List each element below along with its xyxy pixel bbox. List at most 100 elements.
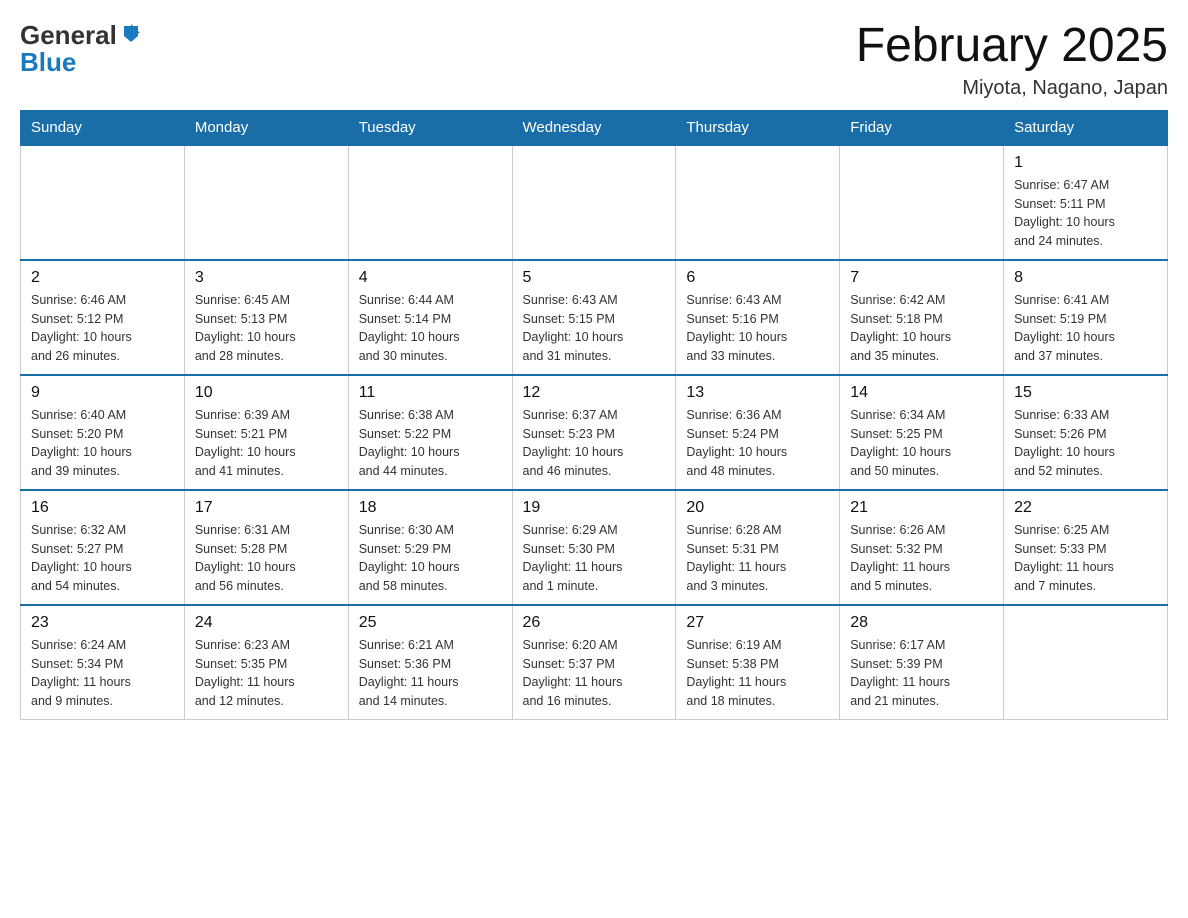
calendar-cell: 5 Sunrise: 6:43 AM Sunset: 5:15 PM Daylig… xyxy=(512,260,676,375)
day-number: 11 xyxy=(359,384,502,402)
calendar-cell: 9 Sunrise: 6:40 AM Sunset: 5:20 PM Daylig… xyxy=(21,375,185,490)
day-info: Sunrise: 6:31 AM Sunset: 5:28 PM Dayligh… xyxy=(195,521,338,596)
calendar-cell xyxy=(512,145,676,260)
day-info: Sunrise: 6:40 AM Sunset: 5:20 PM Dayligh… xyxy=(31,406,174,481)
calendar-cell xyxy=(21,145,185,260)
calendar-cell: 17 Sunrise: 6:31 AM Sunset: 5:28 PM Dayli… xyxy=(184,490,348,605)
day-number: 16 xyxy=(31,499,174,517)
weekday-header-friday: Friday xyxy=(840,110,1004,145)
day-number: 26 xyxy=(523,614,666,632)
calendar-cell xyxy=(184,145,348,260)
day-info: Sunrise: 6:21 AM Sunset: 5:36 PM Dayligh… xyxy=(359,636,502,711)
calendar-table: SundayMondayTuesdayWednesdayThursdayFrid… xyxy=(20,110,1168,720)
day-number: 2 xyxy=(31,269,174,287)
day-info: Sunrise: 6:23 AM Sunset: 5:35 PM Dayligh… xyxy=(195,636,338,711)
logo-arrow-icon xyxy=(120,20,142,51)
calendar-cell: 19 Sunrise: 6:29 AM Sunset: 5:30 PM Dayli… xyxy=(512,490,676,605)
week-row-1: 1 Sunrise: 6:47 AM Sunset: 5:11 PM Daylig… xyxy=(21,145,1168,260)
calendar-cell: 21 Sunrise: 6:26 AM Sunset: 5:32 PM Dayli… xyxy=(840,490,1004,605)
week-row-5: 23 Sunrise: 6:24 AM Sunset: 5:34 PM Dayli… xyxy=(21,605,1168,720)
weekday-header-thursday: Thursday xyxy=(676,110,840,145)
day-info: Sunrise: 6:44 AM Sunset: 5:14 PM Dayligh… xyxy=(359,291,502,366)
day-number: 12 xyxy=(523,384,666,402)
calendar-cell xyxy=(676,145,840,260)
logo: General Blue xyxy=(20,20,142,78)
day-info: Sunrise: 6:43 AM Sunset: 5:15 PM Dayligh… xyxy=(523,291,666,366)
calendar-cell: 11 Sunrise: 6:38 AM Sunset: 5:22 PM Dayli… xyxy=(348,375,512,490)
day-info: Sunrise: 6:42 AM Sunset: 5:18 PM Dayligh… xyxy=(850,291,993,366)
day-info: Sunrise: 6:36 AM Sunset: 5:24 PM Dayligh… xyxy=(686,406,829,481)
day-number: 7 xyxy=(850,269,993,287)
day-info: Sunrise: 6:37 AM Sunset: 5:23 PM Dayligh… xyxy=(523,406,666,481)
calendar-cell: 10 Sunrise: 6:39 AM Sunset: 5:21 PM Dayli… xyxy=(184,375,348,490)
day-number: 25 xyxy=(359,614,502,632)
day-number: 3 xyxy=(195,269,338,287)
calendar-cell: 22 Sunrise: 6:25 AM Sunset: 5:33 PM Dayli… xyxy=(1004,490,1168,605)
day-number: 14 xyxy=(850,384,993,402)
day-info: Sunrise: 6:29 AM Sunset: 5:30 PM Dayligh… xyxy=(523,521,666,596)
day-number: 27 xyxy=(686,614,829,632)
calendar-cell: 13 Sunrise: 6:36 AM Sunset: 5:24 PM Dayli… xyxy=(676,375,840,490)
day-info: Sunrise: 6:19 AM Sunset: 5:38 PM Dayligh… xyxy=(686,636,829,711)
calendar-cell: 18 Sunrise: 6:30 AM Sunset: 5:29 PM Dayli… xyxy=(348,490,512,605)
day-number: 4 xyxy=(359,269,502,287)
month-title: February 2025 xyxy=(856,20,1168,73)
day-number: 18 xyxy=(359,499,502,517)
day-info: Sunrise: 6:24 AM Sunset: 5:34 PM Dayligh… xyxy=(31,636,174,711)
day-number: 20 xyxy=(686,499,829,517)
day-number: 17 xyxy=(195,499,338,517)
day-info: Sunrise: 6:45 AM Sunset: 5:13 PM Dayligh… xyxy=(195,291,338,366)
weekday-header-sunday: Sunday xyxy=(21,110,185,145)
week-row-2: 2 Sunrise: 6:46 AM Sunset: 5:12 PM Daylig… xyxy=(21,260,1168,375)
calendar-cell xyxy=(348,145,512,260)
day-info: Sunrise: 6:46 AM Sunset: 5:12 PM Dayligh… xyxy=(31,291,174,366)
day-info: Sunrise: 6:32 AM Sunset: 5:27 PM Dayligh… xyxy=(31,521,174,596)
calendar-cell: 16 Sunrise: 6:32 AM Sunset: 5:27 PM Dayli… xyxy=(21,490,185,605)
calendar-cell: 23 Sunrise: 6:24 AM Sunset: 5:34 PM Dayli… xyxy=(21,605,185,720)
title-block: February 2025 Miyota, Nagano, Japan xyxy=(856,20,1168,100)
day-number: 19 xyxy=(523,499,666,517)
weekday-header-tuesday: Tuesday xyxy=(348,110,512,145)
calendar-cell: 27 Sunrise: 6:19 AM Sunset: 5:38 PM Dayli… xyxy=(676,605,840,720)
day-number: 9 xyxy=(31,384,174,402)
weekday-header-monday: Monday xyxy=(184,110,348,145)
weekday-header-saturday: Saturday xyxy=(1004,110,1168,145)
calendar-cell xyxy=(840,145,1004,260)
calendar-cell: 28Sunrise: 6:17 AM Sunset: 5:39 PM Dayli… xyxy=(840,605,1004,720)
calendar-cell: 4 Sunrise: 6:44 AM Sunset: 5:14 PM Daylig… xyxy=(348,260,512,375)
day-number: 28 xyxy=(850,614,993,632)
day-number: 13 xyxy=(686,384,829,402)
calendar-cell: 26 Sunrise: 6:20 AM Sunset: 5:37 PM Dayli… xyxy=(512,605,676,720)
calendar-cell: 1 Sunrise: 6:47 AM Sunset: 5:11 PM Daylig… xyxy=(1004,145,1168,260)
day-number: 1 xyxy=(1014,154,1157,172)
day-info: Sunrise: 6:26 AM Sunset: 5:32 PM Dayligh… xyxy=(850,521,993,596)
day-info: Sunrise: 6:47 AM Sunset: 5:11 PM Dayligh… xyxy=(1014,176,1157,251)
day-info: Sunrise: 6:30 AM Sunset: 5:29 PM Dayligh… xyxy=(359,521,502,596)
day-info: Sunrise: 6:39 AM Sunset: 5:21 PM Dayligh… xyxy=(195,406,338,481)
calendar-cell: 20 Sunrise: 6:28 AM Sunset: 5:31 PM Dayli… xyxy=(676,490,840,605)
day-number: 5 xyxy=(523,269,666,287)
calendar-cell: 24 Sunrise: 6:23 AM Sunset: 5:35 PM Dayli… xyxy=(184,605,348,720)
day-number: 24 xyxy=(195,614,338,632)
day-number: 10 xyxy=(195,384,338,402)
day-number: 23 xyxy=(31,614,174,632)
weekday-header-wednesday: Wednesday xyxy=(512,110,676,145)
day-number: 8 xyxy=(1014,269,1157,287)
day-number: 21 xyxy=(850,499,993,517)
day-number: 15 xyxy=(1014,384,1157,402)
weekday-header-row: SundayMondayTuesdayWednesdayThursdayFrid… xyxy=(21,110,1168,145)
calendar-cell: 2 Sunrise: 6:46 AM Sunset: 5:12 PM Daylig… xyxy=(21,260,185,375)
day-info: Sunrise: 6:38 AM Sunset: 5:22 PM Dayligh… xyxy=(359,406,502,481)
calendar-cell xyxy=(1004,605,1168,720)
calendar-cell: 14Sunrise: 6:34 AM Sunset: 5:25 PM Dayli… xyxy=(840,375,1004,490)
day-info: Sunrise: 6:20 AM Sunset: 5:37 PM Dayligh… xyxy=(523,636,666,711)
day-info: Sunrise: 6:25 AM Sunset: 5:33 PM Dayligh… xyxy=(1014,521,1157,596)
location-subtitle: Miyota, Nagano, Japan xyxy=(856,77,1168,100)
calendar-cell: 12 Sunrise: 6:37 AM Sunset: 5:23 PM Dayli… xyxy=(512,375,676,490)
day-number: 6 xyxy=(686,269,829,287)
calendar-cell: 8Sunrise: 6:41 AM Sunset: 5:19 PM Daylig… xyxy=(1004,260,1168,375)
calendar-cell: 6Sunrise: 6:43 AM Sunset: 5:16 PM Daylig… xyxy=(676,260,840,375)
day-info: Sunrise: 6:28 AM Sunset: 5:31 PM Dayligh… xyxy=(686,521,829,596)
page-header: General Blue February 2025 Miyota, Nagan… xyxy=(20,20,1168,100)
day-number: 22 xyxy=(1014,499,1157,517)
